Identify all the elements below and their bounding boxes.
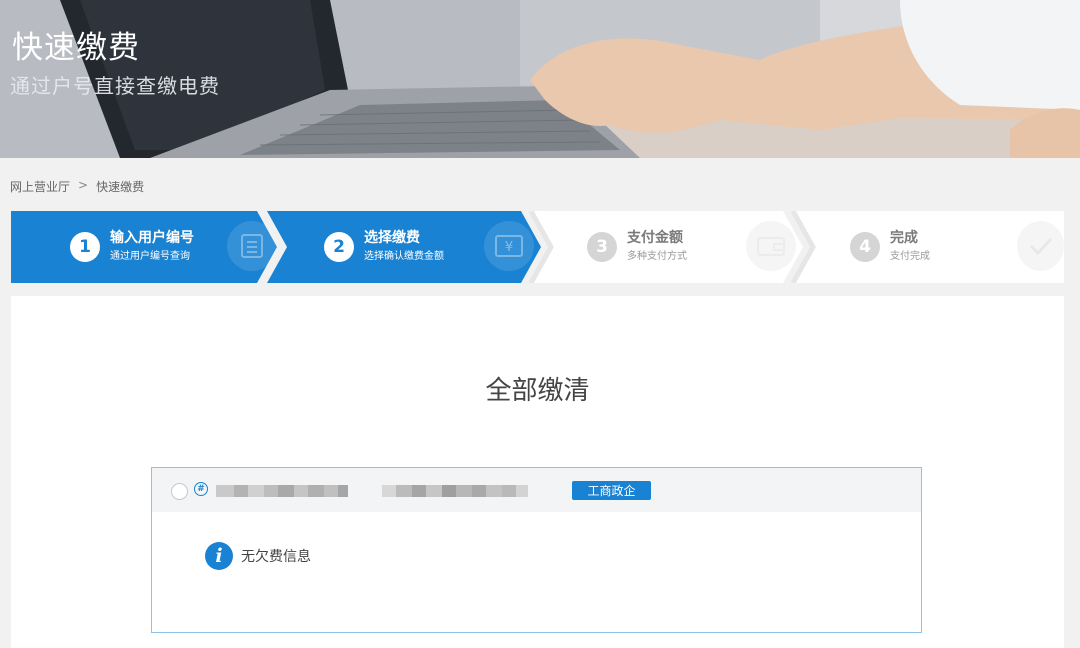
step-4: 4 完成 支付完成 [850,211,930,283]
breadcrumb-current: 快速缴费 [96,180,145,194]
step-1-subtitle: 通过用户编号查询 [110,251,190,262]
breadcrumb-separator: > [78,178,89,192]
list-icon [227,221,277,271]
step-2: 2 选择缴费 选择确认缴费金额 [324,211,444,283]
step-1: 1 输入用户编号 通过用户编号查询 [70,211,194,283]
step-1-title: 输入用户编号 [110,230,194,246]
no-arrears-message: i 无欠费信息 [205,542,311,570]
step-2-subtitle: 选择确认缴费金额 [364,251,444,262]
customer-type-badge: 工商政企 [572,481,651,500]
step-4-subtitle: 支付完成 [890,251,930,262]
account-card: # 工商政企 i 无欠费信息 [151,467,922,633]
svg-text:¥: ¥ [505,240,513,255]
wallet-icon [746,221,796,271]
account-card-header: # 工商政企 [152,468,921,512]
progress-steps: ¥ 1 输入用户编号 通过用户编号查询 2 选择缴费 选择确认缴费金额 3 支付… [11,211,1064,283]
step-3-title: 支付金额 [627,230,683,246]
account-select-radio[interactable] [171,483,188,500]
main-panel: 全部缴清 # 工商政企 i 无欠费信息 [11,296,1064,648]
step-1-number: 1 [70,232,100,262]
account-number-redacted [216,485,348,497]
step-4-number: 4 [850,232,880,262]
page-subtitle: 通过户号直接查缴电费 [10,74,220,98]
step-3: 3 支付金额 多种支付方式 [587,211,687,283]
step-4-title: 完成 [890,230,918,246]
account-number-icon: # [194,482,208,496]
account-name-redacted [382,485,528,497]
breadcrumb: 网上营业厅 > 快速缴费 [10,178,144,195]
panel-title: 全部缴清 [485,376,590,406]
yen-icon: ¥ [484,221,534,271]
step-2-number: 2 [324,232,354,262]
page-title: 快速缴费 [12,30,140,66]
step-3-number: 3 [587,232,617,262]
breadcrumb-home-link[interactable]: 网上营业厅 [10,178,70,195]
step-3-subtitle: 多种支付方式 [627,251,687,262]
info-icon: i [205,542,233,570]
hero-banner: 快速缴费 通过户号直接查缴电费 [0,0,1080,158]
check-icon [1017,221,1064,271]
no-arrears-text: 无欠费信息 [241,549,311,565]
step-2-title: 选择缴费 [364,230,420,246]
